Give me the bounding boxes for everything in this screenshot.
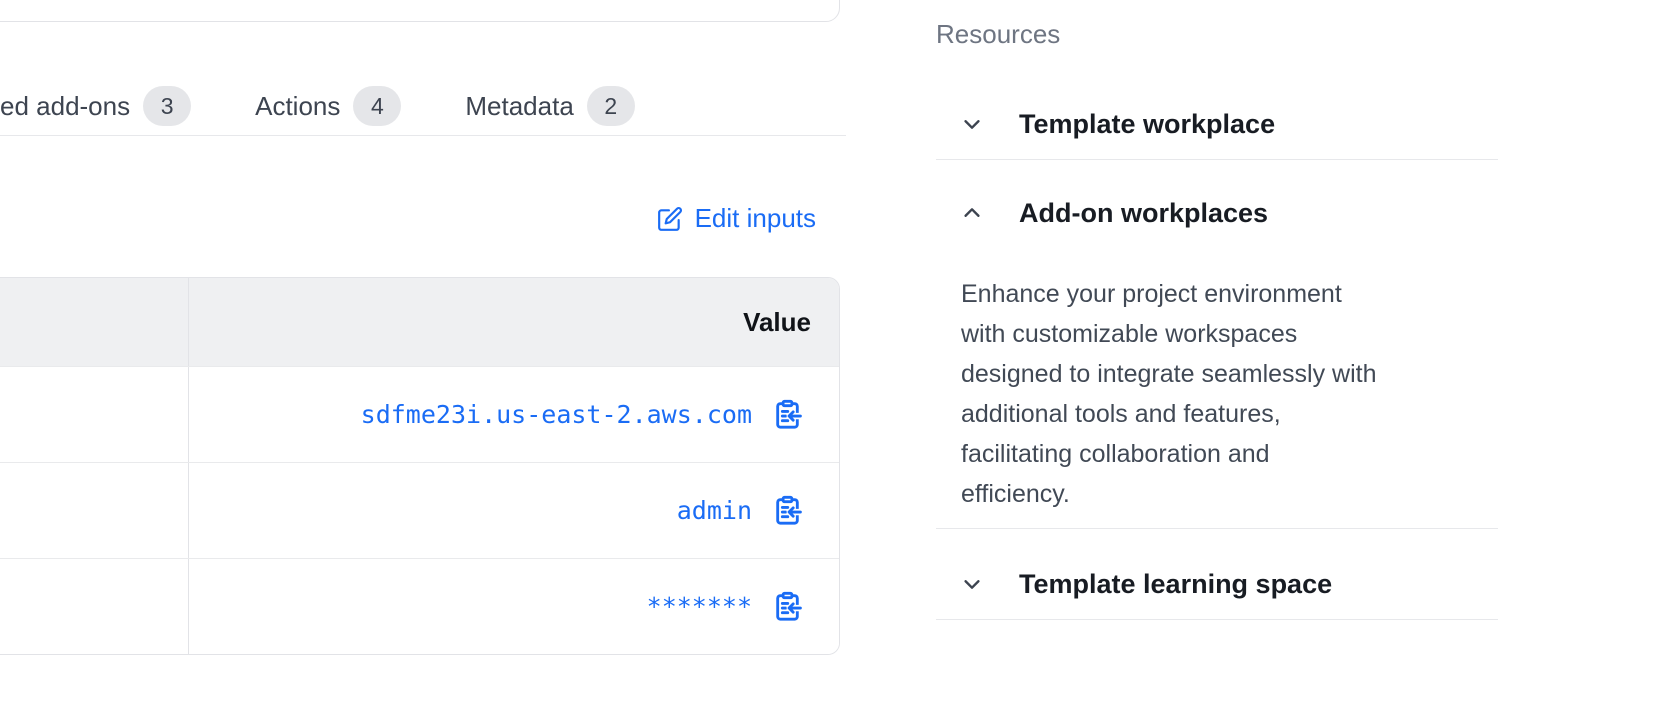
- panel-divider: [936, 619, 1498, 620]
- table-header-row: Value: [0, 278, 839, 366]
- accordion-add-on-workplaces[interactable]: Add-on workplaces: [936, 196, 1498, 230]
- tab-count-badge: 2: [587, 86, 635, 126]
- table-row: *******: [0, 558, 839, 654]
- clipboard-copy-icon[interactable]: [772, 399, 803, 430]
- pencil-square-icon: [657, 206, 683, 232]
- tab-metadata[interactable]: Metadata 2: [465, 86, 634, 126]
- resources-panel: Resources Template workplace Add-on work…: [936, 19, 1498, 620]
- tab-label: ed add-ons: [0, 91, 130, 122]
- chevron-down-icon[interactable]: [961, 573, 983, 595]
- chevron-down-icon[interactable]: [961, 113, 983, 135]
- accordion-title: Template learning space: [1019, 567, 1332, 601]
- value-text: admin: [677, 496, 752, 525]
- clipboard-copy-icon[interactable]: [772, 591, 803, 622]
- edit-inputs-button[interactable]: Edit inputs: [657, 203, 816, 234]
- tab-count-badge: 3: [143, 86, 191, 126]
- value-cell: *******: [189, 559, 839, 654]
- accordion-description: Enhance your project environment with cu…: [961, 274, 1498, 514]
- accordion-template-workplace[interactable]: Template workplace: [936, 107, 1498, 141]
- chevron-up-icon[interactable]: [961, 202, 983, 224]
- edit-inputs-label: Edit inputs: [695, 203, 816, 234]
- value-column-header: Value: [189, 278, 839, 366]
- name-column-header: [0, 278, 189, 366]
- tab-bar-divider: [0, 135, 846, 136]
- resources-panel-title: Resources: [936, 19, 1498, 49]
- panel-divider: [936, 528, 1498, 529]
- accordion-title: Add-on workplaces: [1019, 196, 1268, 230]
- tab-count-badge: 4: [353, 86, 401, 126]
- value-cell: admin: [189, 463, 839, 558]
- clipboard-copy-icon[interactable]: [772, 495, 803, 526]
- tab-label: Actions: [255, 91, 340, 122]
- inputs-table: Value sdfme23i.us-east-2.aws.com: [0, 277, 840, 655]
- value-text-masked: *******: [647, 592, 752, 621]
- page: ed add-ons 3 Actions 4 Metadata 2 Edit i…: [0, 0, 1672, 728]
- tab-installed-add-ons[interactable]: ed add-ons 3: [0, 86, 191, 126]
- table-row: sdfme23i.us-east-2.aws.com: [0, 366, 839, 462]
- upper-card-edge: [0, 0, 840, 22]
- accordion-template-learning-space[interactable]: Template learning space: [936, 567, 1498, 601]
- tab-label: Metadata: [465, 91, 573, 122]
- panel-divider: [936, 159, 1498, 160]
- name-cell: [0, 559, 189, 654]
- name-cell: [0, 463, 189, 558]
- main-content: ed add-ons 3 Actions 4 Metadata 2 Edit i…: [0, 0, 840, 728]
- tab-actions[interactable]: Actions 4: [255, 86, 401, 126]
- name-cell: [0, 367, 189, 462]
- value-cell: sdfme23i.us-east-2.aws.com: [189, 367, 839, 462]
- table-row: admin: [0, 462, 839, 558]
- accordion-title: Template workplace: [1019, 107, 1275, 141]
- value-text: sdfme23i.us-east-2.aws.com: [361, 400, 752, 429]
- tab-bar: ed add-ons 3 Actions 4 Metadata 2: [0, 84, 635, 128]
